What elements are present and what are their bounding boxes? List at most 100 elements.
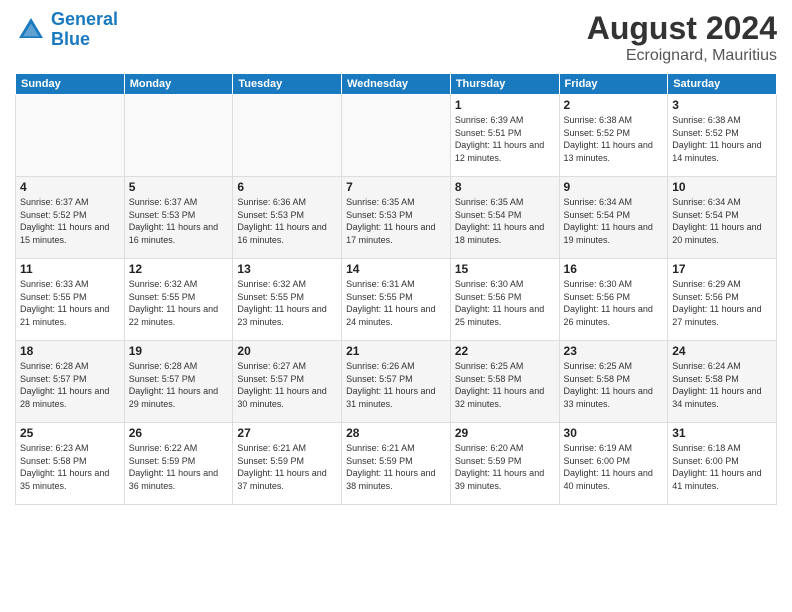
day-number: 15: [455, 262, 555, 276]
day-number: 11: [20, 262, 120, 276]
day-number: 3: [672, 98, 772, 112]
table-row: 15 Sunrise: 6:30 AM Sunset: 5:56 PM Dayl…: [450, 259, 559, 341]
sunset-text: Sunset: 5:52 PM: [672, 127, 772, 140]
day-info: Sunrise: 6:34 AM Sunset: 5:54 PM Dayligh…: [564, 196, 664, 246]
daylight-text: Daylight: 11 hours and 38 minutes.: [346, 467, 446, 492]
daylight-text: Daylight: 11 hours and 35 minutes.: [20, 467, 120, 492]
th-monday: Monday: [124, 74, 233, 95]
sunrise-text: Sunrise: 6:32 AM: [129, 278, 229, 291]
table-row: 12 Sunrise: 6:32 AM Sunset: 5:55 PM Dayl…: [124, 259, 233, 341]
sunrise-text: Sunrise: 6:19 AM: [564, 442, 664, 455]
th-saturday: Saturday: [668, 74, 777, 95]
sunrise-text: Sunrise: 6:28 AM: [20, 360, 120, 373]
table-row: 23 Sunrise: 6:25 AM Sunset: 5:58 PM Dayl…: [559, 341, 668, 423]
day-number: 21: [346, 344, 446, 358]
day-info: Sunrise: 6:30 AM Sunset: 5:56 PM Dayligh…: [455, 278, 555, 328]
sunrise-text: Sunrise: 6:30 AM: [455, 278, 555, 291]
sunset-text: Sunset: 5:59 PM: [455, 455, 555, 468]
table-row: 27 Sunrise: 6:21 AM Sunset: 5:59 PM Dayl…: [233, 423, 342, 505]
th-sunday: Sunday: [16, 74, 125, 95]
sunset-text: Sunset: 5:53 PM: [346, 209, 446, 222]
day-info: Sunrise: 6:24 AM Sunset: 5:58 PM Dayligh…: [672, 360, 772, 410]
sunrise-text: Sunrise: 6:37 AM: [20, 196, 120, 209]
sunrise-text: Sunrise: 6:29 AM: [672, 278, 772, 291]
sunset-text: Sunset: 6:00 PM: [564, 455, 664, 468]
day-info: Sunrise: 6:18 AM Sunset: 6:00 PM Dayligh…: [672, 442, 772, 492]
calendar-header-row: Sunday Monday Tuesday Wednesday Thursday…: [16, 74, 777, 95]
day-info: Sunrise: 6:28 AM Sunset: 5:57 PM Dayligh…: [20, 360, 120, 410]
day-number: 31: [672, 426, 772, 440]
table-row: 7 Sunrise: 6:35 AM Sunset: 5:53 PM Dayli…: [342, 177, 451, 259]
daylight-text: Daylight: 11 hours and 36 minutes.: [129, 467, 229, 492]
table-row: 14 Sunrise: 6:31 AM Sunset: 5:55 PM Dayl…: [342, 259, 451, 341]
page: General Blue August 2024 Ecroignard, Mau…: [0, 0, 792, 612]
table-row: 22 Sunrise: 6:25 AM Sunset: 5:58 PM Dayl…: [450, 341, 559, 423]
sunrise-text: Sunrise: 6:38 AM: [672, 114, 772, 127]
day-info: Sunrise: 6:29 AM Sunset: 5:56 PM Dayligh…: [672, 278, 772, 328]
day-number: 14: [346, 262, 446, 276]
sunset-text: Sunset: 5:53 PM: [129, 209, 229, 222]
daylight-text: Daylight: 11 hours and 22 minutes.: [129, 303, 229, 328]
th-wednesday: Wednesday: [342, 74, 451, 95]
sunset-text: Sunset: 5:56 PM: [564, 291, 664, 304]
table-row: 16 Sunrise: 6:30 AM Sunset: 5:56 PM Dayl…: [559, 259, 668, 341]
logo-line1: General: [51, 9, 118, 29]
table-row: 17 Sunrise: 6:29 AM Sunset: 5:56 PM Dayl…: [668, 259, 777, 341]
sunset-text: Sunset: 5:52 PM: [20, 209, 120, 222]
sunrise-text: Sunrise: 6:22 AM: [129, 442, 229, 455]
sunset-text: Sunset: 5:55 PM: [346, 291, 446, 304]
sunset-text: Sunset: 5:58 PM: [20, 455, 120, 468]
sunrise-text: Sunrise: 6:30 AM: [564, 278, 664, 291]
sunrise-text: Sunrise: 6:35 AM: [455, 196, 555, 209]
sunset-text: Sunset: 5:55 PM: [20, 291, 120, 304]
daylight-text: Daylight: 11 hours and 40 minutes.: [564, 467, 664, 492]
day-info: Sunrise: 6:32 AM Sunset: 5:55 PM Dayligh…: [129, 278, 229, 328]
daylight-text: Daylight: 11 hours and 34 minutes.: [672, 385, 772, 410]
day-info: Sunrise: 6:20 AM Sunset: 5:59 PM Dayligh…: [455, 442, 555, 492]
day-number: 20: [237, 344, 337, 358]
sunrise-text: Sunrise: 6:38 AM: [564, 114, 664, 127]
sunset-text: Sunset: 5:54 PM: [455, 209, 555, 222]
day-number: 10: [672, 180, 772, 194]
table-row: 3 Sunrise: 6:38 AM Sunset: 5:52 PM Dayli…: [668, 95, 777, 177]
sunrise-text: Sunrise: 6:37 AM: [129, 196, 229, 209]
calendar-table: Sunday Monday Tuesday Wednesday Thursday…: [15, 73, 777, 505]
logo-line2: Blue: [51, 29, 90, 49]
th-friday: Friday: [559, 74, 668, 95]
daylight-text: Daylight: 11 hours and 17 minutes.: [346, 221, 446, 246]
calendar-week-row: 4 Sunrise: 6:37 AM Sunset: 5:52 PM Dayli…: [16, 177, 777, 259]
table-row: 2 Sunrise: 6:38 AM Sunset: 5:52 PM Dayli…: [559, 95, 668, 177]
sunrise-text: Sunrise: 6:31 AM: [346, 278, 446, 291]
day-number: 8: [455, 180, 555, 194]
day-number: 30: [564, 426, 664, 440]
daylight-text: Daylight: 11 hours and 33 minutes.: [564, 385, 664, 410]
sunset-text: Sunset: 5:57 PM: [237, 373, 337, 386]
day-number: 17: [672, 262, 772, 276]
daylight-text: Daylight: 11 hours and 12 minutes.: [455, 139, 555, 164]
daylight-text: Daylight: 11 hours and 13 minutes.: [564, 139, 664, 164]
sunset-text: Sunset: 6:00 PM: [672, 455, 772, 468]
day-info: Sunrise: 6:27 AM Sunset: 5:57 PM Dayligh…: [237, 360, 337, 410]
sunset-text: Sunset: 5:56 PM: [672, 291, 772, 304]
day-number: 28: [346, 426, 446, 440]
table-row: 19 Sunrise: 6:28 AM Sunset: 5:57 PM Dayl…: [124, 341, 233, 423]
daylight-text: Daylight: 11 hours and 24 minutes.: [346, 303, 446, 328]
calendar-week-row: 11 Sunrise: 6:33 AM Sunset: 5:55 PM Dayl…: [16, 259, 777, 341]
table-row: 30 Sunrise: 6:19 AM Sunset: 6:00 PM Dayl…: [559, 423, 668, 505]
sunrise-text: Sunrise: 6:21 AM: [346, 442, 446, 455]
sunset-text: Sunset: 5:56 PM: [455, 291, 555, 304]
day-number: 23: [564, 344, 664, 358]
th-tuesday: Tuesday: [233, 74, 342, 95]
logo-icon: [15, 14, 47, 46]
day-number: 16: [564, 262, 664, 276]
sunset-text: Sunset: 5:54 PM: [564, 209, 664, 222]
day-info: Sunrise: 6:26 AM Sunset: 5:57 PM Dayligh…: [346, 360, 446, 410]
sunrise-text: Sunrise: 6:35 AM: [346, 196, 446, 209]
sunrise-text: Sunrise: 6:21 AM: [237, 442, 337, 455]
sunset-text: Sunset: 5:51 PM: [455, 127, 555, 140]
sunset-text: Sunset: 5:58 PM: [672, 373, 772, 386]
day-info: Sunrise: 6:37 AM Sunset: 5:52 PM Dayligh…: [20, 196, 120, 246]
calendar-week-row: 25 Sunrise: 6:23 AM Sunset: 5:58 PM Dayl…: [16, 423, 777, 505]
calendar-week-row: 18 Sunrise: 6:28 AM Sunset: 5:57 PM Dayl…: [16, 341, 777, 423]
sunrise-text: Sunrise: 6:25 AM: [564, 360, 664, 373]
